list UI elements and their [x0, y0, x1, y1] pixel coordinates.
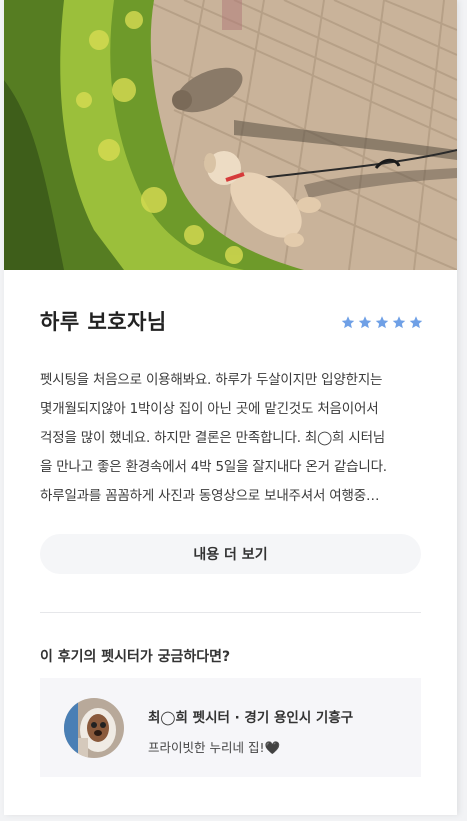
read-more-button[interactable]: 내용 더 보기: [40, 534, 421, 574]
review-line: 걱정을 많이 했네요. 하지만 결론은 만족합니다. 최◯희 시터님: [40, 430, 386, 446]
sitter-description: 프라이빗한 누리네 집!🖤: [148, 740, 281, 755]
avatar: [64, 698, 124, 758]
review-card: 하루 보호자님 펫시팅을 처음으로 이용해봐요. 하루가 두살이지만 입양한지는…: [4, 0, 457, 815]
review-line: 몇개월되지않아 1박이상 집이 아닌 곳에 맡긴것도 처음이어서: [40, 401, 379, 417]
divider: [40, 612, 421, 613]
sitter-section-title: 이 후기의 펫시터가 궁금하다면?: [40, 649, 231, 665]
sitter-name: 최◯희 펫시터 · 경기 용인시 기흥구: [148, 710, 354, 726]
star-icon: [392, 316, 406, 329]
star-rating: [340, 315, 424, 330]
review-line: 을 만나고 좋은 환경속에서 4박 5일을 잘지내다 온거 같습니다.: [40, 459, 387, 475]
review-title: 하루 보호자님: [40, 310, 167, 334]
star-icon: [409, 316, 423, 329]
review-line: 펫시팅을 처음으로 이용해봐요. 하루가 두살이지만 입양한지는: [40, 372, 383, 388]
star-icon: [358, 316, 372, 329]
star-icon: [341, 316, 355, 329]
star-icon: [375, 316, 389, 329]
review-body: 펫시팅을 처음으로 이용해봐요. 하루가 두살이지만 입양한지는 몇개월되지않아…: [40, 366, 424, 511]
review-photo[interactable]: [4, 0, 457, 270]
review-line: 하루일과를 꼼꼼하게 사진과 동영상으로 보내주셔서 여행중…: [40, 488, 380, 504]
sitter-card[interactable]: 최◯희 펫시터 · 경기 용인시 기흥구 프라이빗한 누리네 집!🖤: [40, 678, 421, 777]
